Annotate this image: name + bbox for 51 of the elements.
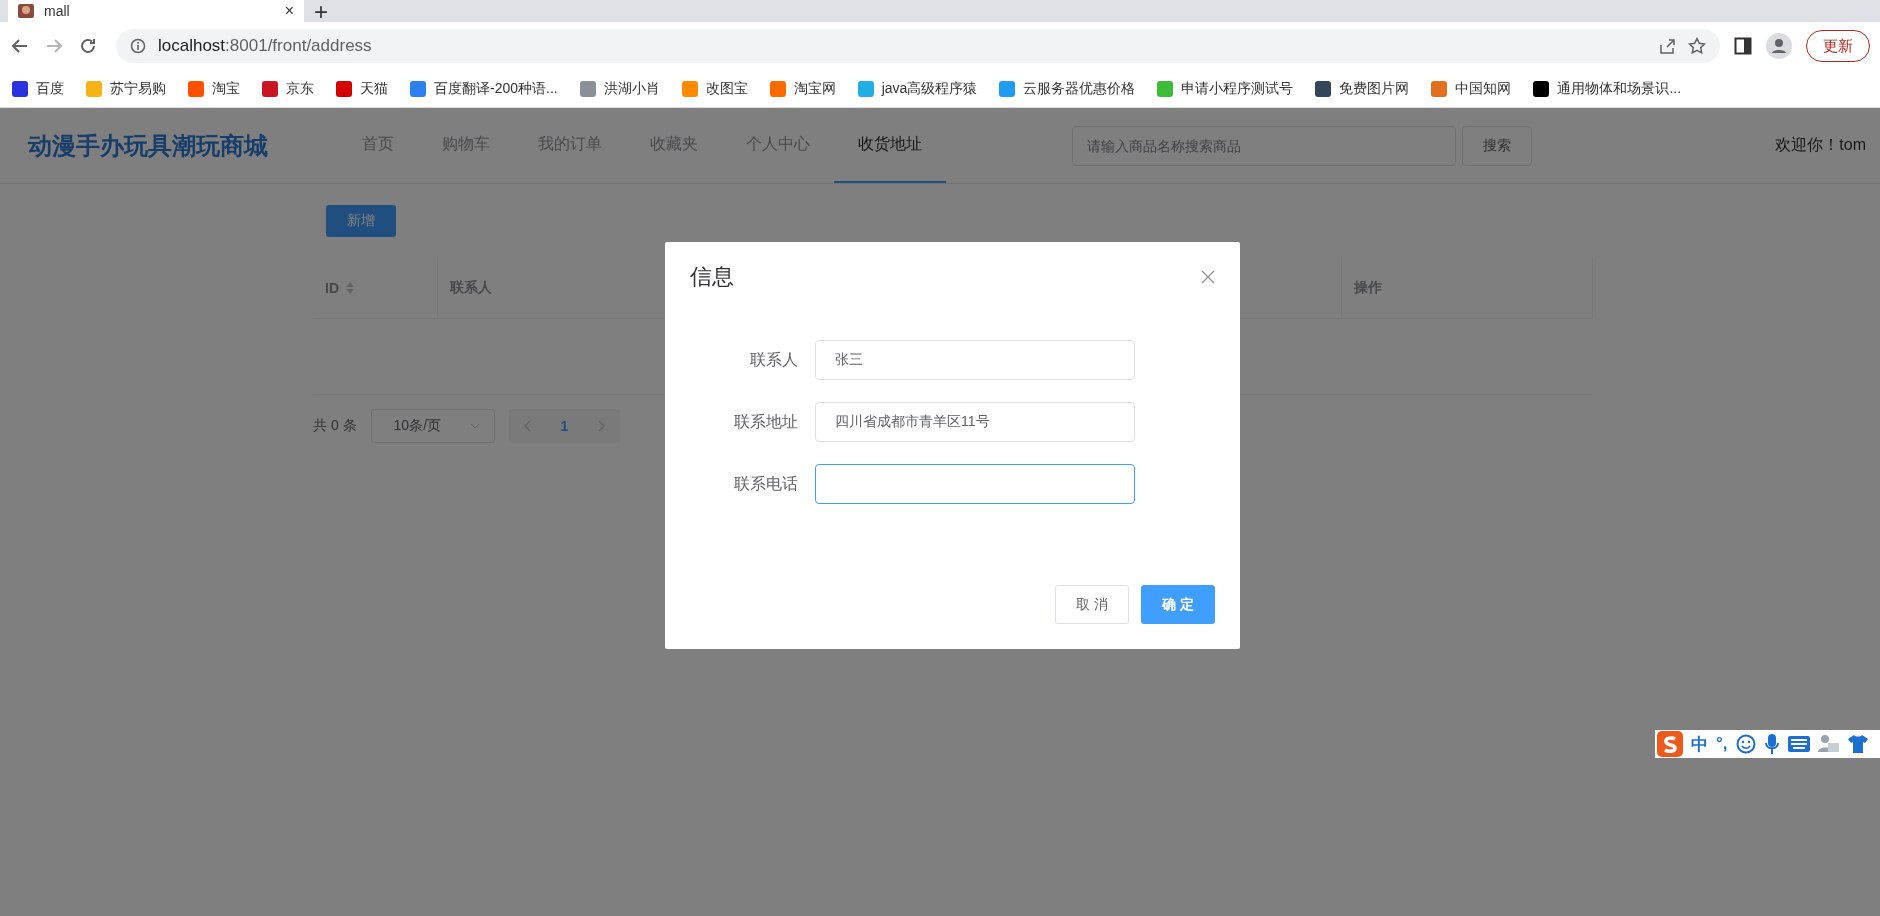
input-field[interactable]: 张三 — [815, 340, 1135, 380]
side-panel-icon[interactable] — [1734, 37, 1752, 55]
url-text: localhost:8001/front/address — [158, 36, 373, 56]
input-field[interactable] — [815, 464, 1135, 504]
new-tab-button[interactable]: + — [314, 2, 328, 22]
search-field[interactable]: 请输入商品名称搜索商品 — [1072, 125, 1456, 166]
share-icon[interactable] — [1658, 37, 1676, 55]
ime-punctuation[interactable]: °, — [1716, 734, 1728, 754]
field-label: 联系地址 — [733, 411, 798, 432]
caret-icon — [469, 423, 480, 429]
bookmark[interactable]: 通用物体和场景识... — [1533, 79, 1682, 98]
profile-icon[interactable] — [1766, 33, 1792, 59]
bookmark[interactable]: java高级程序猿 — [857, 79, 978, 98]
dialog-title: 信息 — [690, 263, 734, 291]
star-icon[interactable] — [1688, 37, 1706, 55]
shirt-icon[interactable] — [1847, 734, 1868, 754]
cancel-button[interactable]: 取 消 — [1055, 585, 1129, 624]
site-title: 动漫手办玩具潮玩商城 — [28, 130, 269, 161]
tab-close-button[interactable]: × — [284, 2, 294, 20]
keyboard-icon[interactable] — [1787, 736, 1810, 752]
microphone-icon[interactable] — [1763, 733, 1780, 755]
reload-icon[interactable] — [78, 36, 98, 56]
info-icon — [130, 38, 146, 54]
bookmark[interactable]: 中国知网 — [1431, 79, 1512, 98]
input-field[interactable]: 四川省成都市青羊区11号 — [815, 402, 1135, 442]
smiley-icon[interactable] — [1735, 734, 1756, 754]
bookmark[interactable]: 免费图片网 — [1315, 79, 1410, 98]
bookmark[interactable]: 京东 — [262, 79, 314, 98]
bookmark[interactable]: 百度 — [12, 79, 64, 98]
bookmark[interactable]: 申请小程序测试号 — [1157, 79, 1294, 98]
field-label: 联系人 — [749, 349, 798, 370]
bookmark[interactable]: 天猫 — [336, 79, 388, 98]
total-count: 共 0 条 — [313, 417, 357, 435]
nav-tab[interactable]: 收货地址 — [834, 108, 946, 183]
bookmark[interactable]: 苏宁易购 — [86, 79, 166, 98]
welcome-text: 欢迎你！tom — [1775, 135, 1866, 155]
tab-title: mall — [44, 3, 71, 19]
close-icon[interactable] — [1201, 270, 1215, 284]
field-label: 联系电话 — [733, 473, 798, 494]
bookmark[interactable]: 洪湖小肖 — [579, 79, 660, 98]
favicon-icon — [18, 4, 34, 18]
update-button[interactable]: 更新 — [1806, 30, 1870, 62]
ime-mode[interactable]: 中 — [1691, 732, 1708, 756]
bookmark[interactable]: 云服务器优惠价格 — [999, 79, 1136, 98]
user-icon[interactable] — [1817, 734, 1840, 754]
bookmark[interactable]: 改图宝 — [681, 79, 748, 98]
bookmark[interactable]: 淘宝 — [188, 79, 240, 98]
address-bar[interactable]: localhost:8001/front/address — [116, 29, 1720, 63]
browser-tab[interactable]: mall × — [8, 0, 304, 22]
bookmark[interactable]: 百度翻译-200种语... — [410, 79, 558, 98]
bookmark[interactable]: 淘宝网 — [769, 79, 836, 98]
